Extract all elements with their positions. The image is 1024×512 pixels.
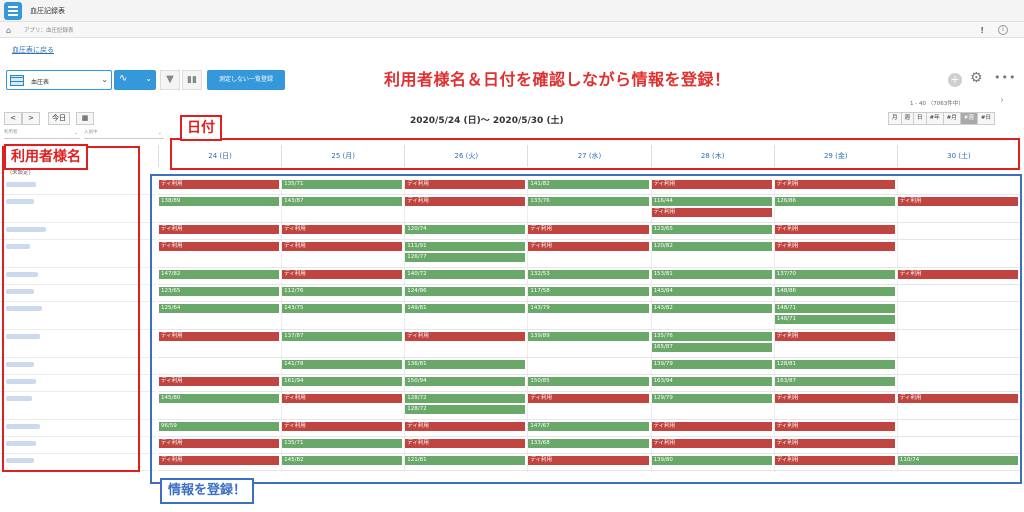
info-annotation-box <box>150 174 1022 484</box>
add-record-button[interactable]: + <box>948 73 962 87</box>
view-tab[interactable]: 日 <box>913 112 927 125</box>
view-select[interactable]: 血圧表 ⌄ <box>6 70 112 90</box>
user-filter[interactable]: 利用者 ⌄ <box>4 129 80 139</box>
info-annotation-label: 情報を登録！ <box>160 478 255 504</box>
list-icon[interactable] <box>4 2 22 20</box>
view-tabs: 月週日 #年 #月 #週 #日 <box>888 112 995 125</box>
view-tab[interactable]: #日 <box>976 112 995 125</box>
date-range-title: 2020/5/24 (日)～ 2020/5/30 (土) <box>410 116 564 126</box>
name-annotation-box <box>2 146 140 472</box>
chevron-down-icon: ⌄ <box>145 74 152 83</box>
more-icon[interactable]: ••• <box>994 71 1016 84</box>
status-filter[interactable]: 入居中 ⌄ <box>84 129 164 139</box>
date-annotation-label: 日付 <box>180 115 222 141</box>
chevron-down-icon: ⌄ <box>101 75 108 84</box>
graph-button[interactable]: ∿ ⌄ <box>114 70 156 90</box>
next-week-button[interactable]: > <box>22 112 40 125</box>
unmeasured-list-button[interactable]: 測定しない一覧登録 <box>207 70 285 90</box>
view-tab[interactable]: #年 <box>925 112 944 125</box>
app-header: 血圧記録表 <box>0 0 1024 22</box>
calendar-icon[interactable]: ▦ <box>76 112 94 125</box>
bar-chart-button[interactable]: ▮▮ <box>182 70 202 90</box>
date-annotation-box <box>170 138 1020 170</box>
pagination-text: 1 - 40 （7063件中） <box>910 101 964 107</box>
view-tab[interactable]: #月 <box>942 112 961 125</box>
next-page-icon[interactable]: › <box>1000 95 1004 106</box>
table-icon <box>10 75 24 86</box>
view-select-label: 血圧表 <box>31 79 50 86</box>
user-filter-label: 利用者 <box>4 130 18 135</box>
home-icon[interactable]: ⌂ <box>6 26 11 35</box>
breadcrumb: ⌂ アプリ：血圧記録表 ! i <box>0 22 1024 38</box>
status-filter-label: 入居中 <box>84 130 98 135</box>
filter-button[interactable]: ▼ <box>160 70 180 90</box>
gear-icon[interactable]: ⚙ <box>970 70 983 86</box>
prev-week-button[interactable]: < <box>4 112 22 125</box>
info-icon[interactable]: i <box>998 25 1008 35</box>
back-link[interactable]: 血圧表に戻る <box>12 45 54 55</box>
view-tab[interactable]: 週 <box>900 112 915 125</box>
app-title: 血圧記録表 <box>30 7 65 15</box>
chevron-down-icon: ⌄ <box>73 130 78 136</box>
name-annotation-label: 利用者様名 <box>4 144 88 170</box>
view-tab[interactable]: #週 <box>959 112 978 125</box>
filter-icon: ▼ <box>166 74 174 85</box>
breadcrumb-text: アプリ：血圧記録表 <box>24 28 74 34</box>
today-button[interactable]: 今日 <box>48 112 70 125</box>
view-tab[interactable]: 月 <box>888 112 902 125</box>
bar-chart-icon: ▮▮ <box>187 75 197 85</box>
line-graph-icon: ∿ <box>119 73 128 84</box>
instruction-headline: 利用者様名＆日付を確認しながら情報を登録！ <box>384 70 731 89</box>
notification-icon[interactable]: ! <box>980 26 984 35</box>
chevron-down-icon: ⌄ <box>157 130 162 136</box>
